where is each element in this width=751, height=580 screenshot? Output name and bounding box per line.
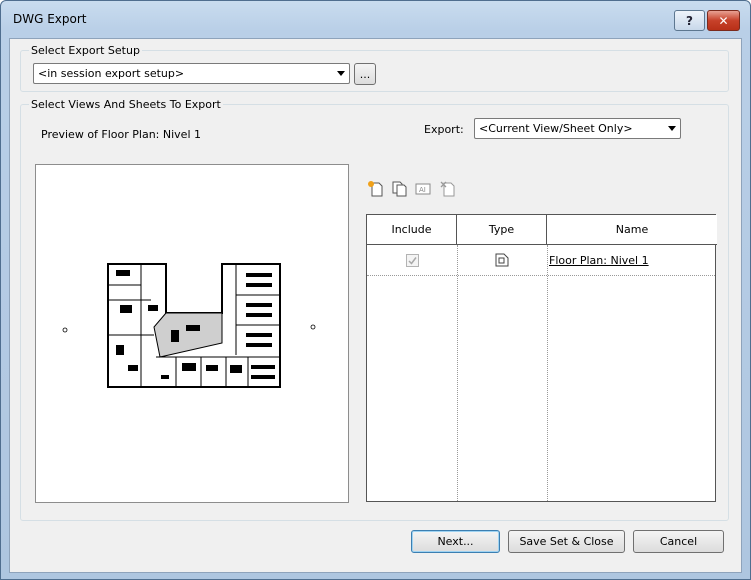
close-icon: ✕ bbox=[718, 13, 729, 28]
column-header-include-label: Include bbox=[391, 223, 432, 236]
help-icon: ? bbox=[686, 13, 693, 28]
dwg-export-window: DWG Export ? ✕ Select Export Setup <in s… bbox=[0, 0, 751, 580]
chevron-down-icon bbox=[337, 71, 345, 76]
dialog-client-area: Select Export Setup <in session export s… bbox=[9, 38, 742, 573]
cancel-button[interactable]: Cancel bbox=[633, 530, 724, 553]
column-header-include[interactable]: Include bbox=[367, 215, 457, 245]
browse-setup-button[interactable]: ... bbox=[354, 63, 376, 85]
views-table: Include Type Name Floor Plan: Nivel 1 bbox=[366, 214, 717, 502]
table-row-name-cell: Floor Plan: Nivel 1 bbox=[549, 245, 717, 275]
help-button[interactable]: ? bbox=[674, 10, 705, 31]
export-range-dropdown[interactable]: <Current View/Sheet Only> bbox=[474, 118, 681, 139]
checkmark-icon bbox=[407, 256, 417, 265]
window-title: DWG Export bbox=[13, 12, 87, 26]
floor-plan-view-icon bbox=[495, 253, 509, 267]
export-label: Export: bbox=[424, 123, 464, 136]
chevron-down-icon bbox=[668, 126, 676, 131]
column-header-name-label: Name bbox=[615, 223, 649, 236]
floor-plan-preview-image bbox=[62, 263, 316, 388]
column-header-type[interactable]: Type bbox=[457, 215, 547, 245]
view-name-link[interactable]: Floor Plan: Nivel 1 bbox=[549, 254, 649, 267]
next-button-label: Next... bbox=[437, 535, 474, 548]
export-setup-group-label: Select Export Setup bbox=[29, 44, 142, 57]
column-header-type-label: Type bbox=[488, 223, 515, 236]
next-button[interactable]: Next... bbox=[411, 530, 500, 553]
svg-text:AI: AI bbox=[419, 186, 426, 194]
view-preview-pane bbox=[35, 164, 349, 503]
column-header-name[interactable]: Name bbox=[547, 215, 717, 245]
close-button[interactable]: ✕ bbox=[707, 10, 740, 31]
delete-set-icon[interactable] bbox=[439, 180, 457, 198]
save-set-close-button[interactable]: Save Set & Close bbox=[508, 530, 625, 553]
title-bar[interactable]: DWG Export ? ✕ bbox=[1, 1, 750, 39]
export-range-selected: <Current View/Sheet Only> bbox=[479, 122, 633, 135]
duplicate-set-icon[interactable] bbox=[390, 180, 408, 198]
table-row-type-cell bbox=[457, 245, 547, 275]
include-checkbox[interactable] bbox=[405, 253, 419, 267]
export-setup-dropdown[interactable]: <in session export setup> bbox=[33, 63, 350, 84]
rename-set-icon[interactable]: AI bbox=[414, 180, 432, 198]
new-sheet-set-icon[interactable] bbox=[367, 180, 385, 198]
cancel-button-label: Cancel bbox=[659, 535, 698, 548]
export-setup-selected: <in session export setup> bbox=[38, 67, 185, 80]
views-sheets-group-label: Select Views And Sheets To Export bbox=[29, 98, 223, 111]
preview-label: Preview of Floor Plan: Nivel 1 bbox=[41, 128, 201, 141]
save-set-close-label: Save Set & Close bbox=[519, 535, 614, 548]
browse-setup-label: ... bbox=[359, 67, 371, 81]
table-row-include-cell bbox=[367, 245, 457, 275]
